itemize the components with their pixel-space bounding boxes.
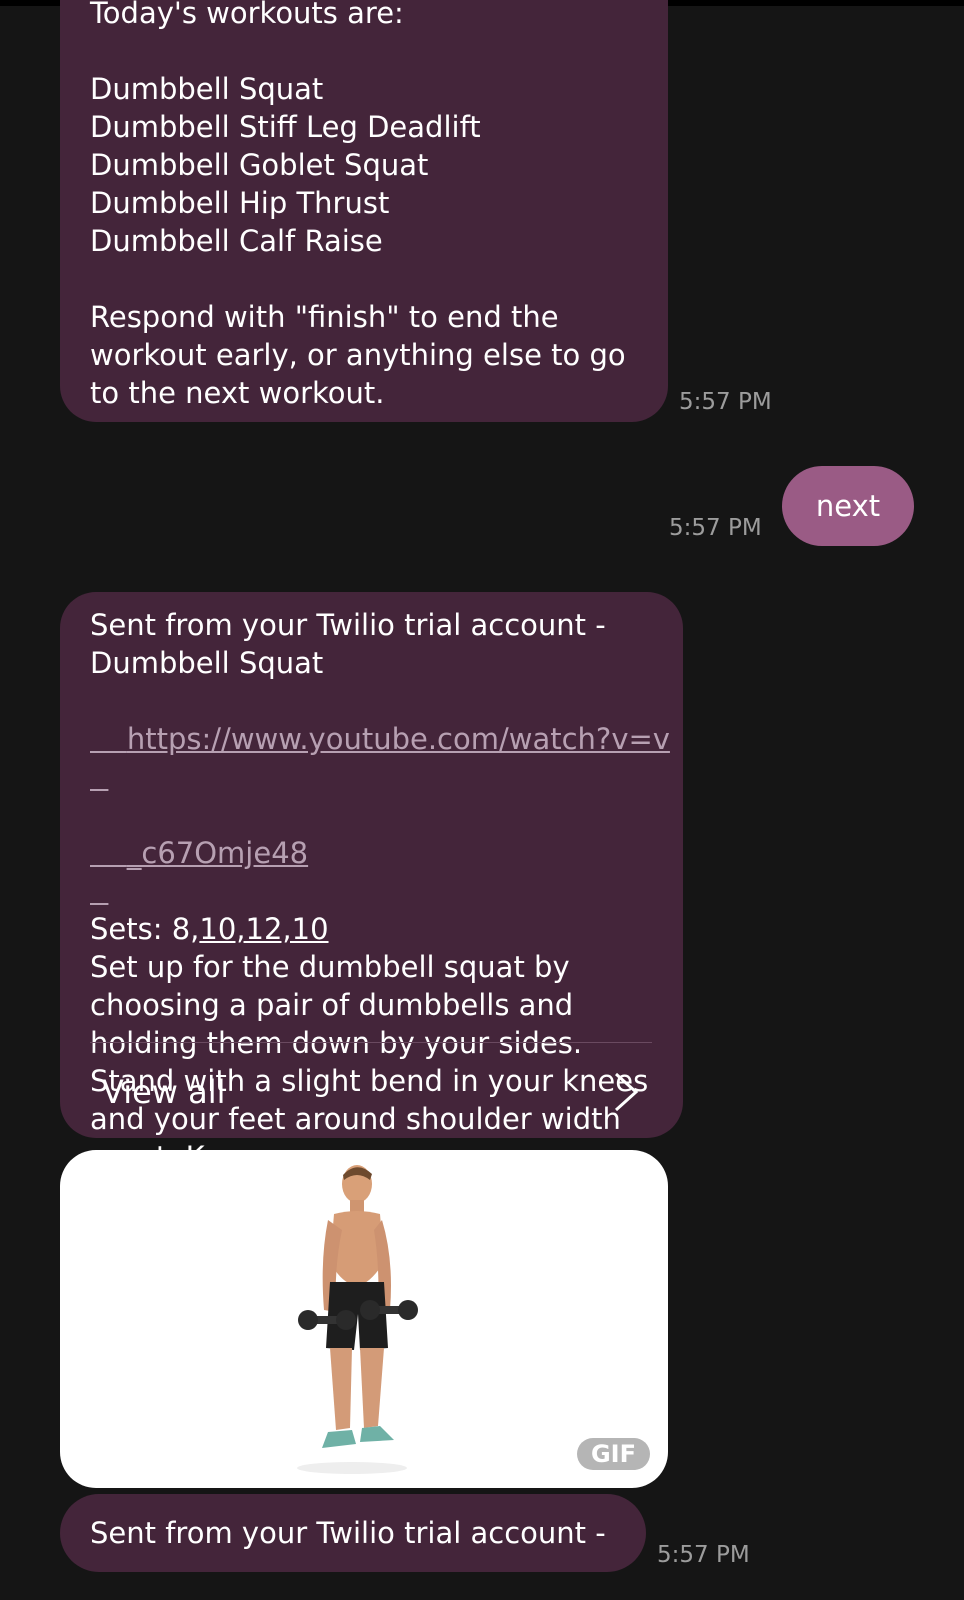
sets-values-link[interactable]: 10,12,10 [199, 912, 328, 946]
workout-item: Dumbbell Stiff Leg Deadlift [90, 110, 481, 144]
workout-item: Dumbbell Goblet Squat [90, 148, 429, 182]
incoming-message-partial[interactable]: Sent from your Twilio trial account - [60, 1494, 646, 1572]
outgoing-message-text: next [815, 489, 881, 523]
message-timestamp: 5:57 PM [679, 389, 772, 415]
sets-line: Sets: 8,10,12,10 [90, 910, 653, 948]
message-line: Respond with "finish" to end the [90, 300, 559, 334]
youtube-link-continued[interactable]: _c67Omje48 [90, 796, 653, 910]
workout-item: Dumbbell Calf Raise [90, 224, 383, 258]
gif-attachment[interactable]: GIF [60, 1150, 668, 1488]
workout-item: Dumbbell Squat [90, 72, 324, 106]
message-line: Sent from your Twilio trial account - [90, 608, 606, 642]
message-line: Sent from your Twilio trial account - [90, 1516, 606, 1550]
message-line: workout early, or anything else to go [90, 338, 626, 372]
message-line [90, 260, 638, 298]
youtube-link[interactable]: https://www.youtube.com/watch?v=v [90, 682, 670, 796]
message-line: Set up for the dumbbell squat by [90, 950, 570, 984]
sets-label: Sets: 8, [90, 912, 200, 946]
message-timestamp: 5:57 PM [669, 515, 762, 541]
outgoing-message-next[interactable]: next [782, 466, 914, 546]
youtube-link-part: _c67Omje48 [126, 836, 309, 870]
exercise-name: Dumbbell Squat [90, 646, 324, 680]
chevron-right-icon [614, 1072, 639, 1112]
workout-item: Dumbbell Hip Thrust [90, 186, 390, 220]
incoming-message-workouts[interactable]: Today's workouts are: Dumbbell Squat Dum… [60, 0, 668, 422]
message-line [90, 32, 638, 70]
view-all-divider [90, 1042, 652, 1043]
view-all-button[interactable]: View all [90, 1048, 652, 1136]
message-line: choosing a pair of dumbbells and [90, 988, 574, 1022]
youtube-link-part: https://www.youtube.com/watch?v=v [126, 722, 670, 756]
message-line: Today's workouts are: [90, 0, 404, 30]
message-line: to the next workout. [90, 376, 385, 410]
exercise-figure-image [297, 1165, 418, 1474]
view-all-label: View all [102, 1073, 226, 1111]
message-timestamp: 5:57 PM [657, 1542, 750, 1568]
gif-badge: GIF [576, 1438, 650, 1470]
